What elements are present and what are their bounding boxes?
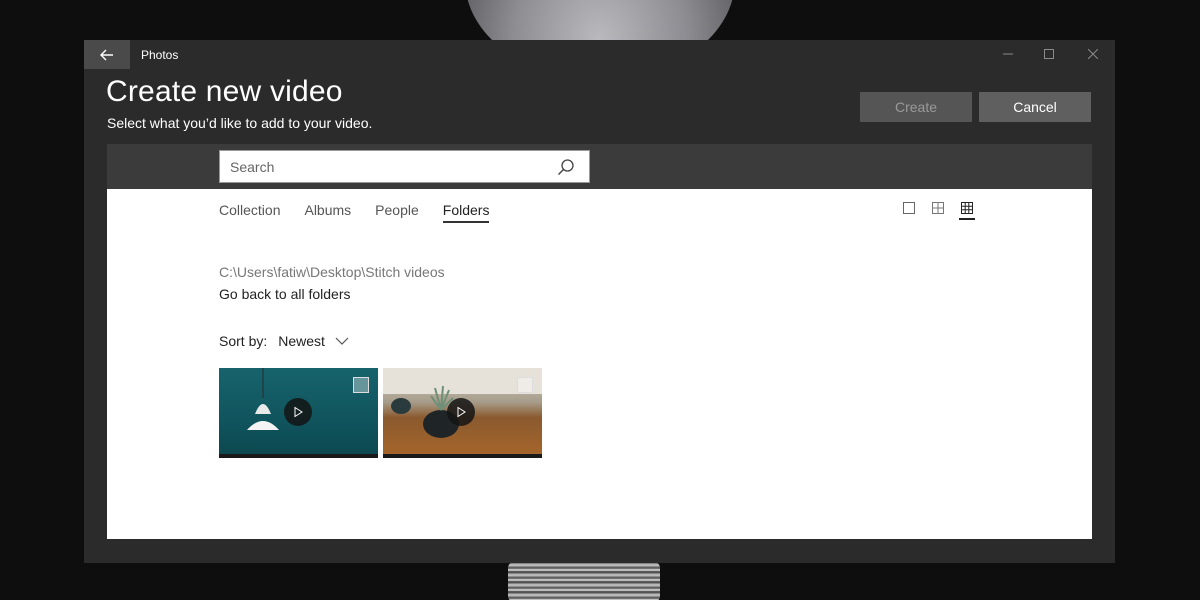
- video-thumbnail[interactable]: [219, 368, 378, 458]
- chevron-down-icon[interactable]: [335, 336, 349, 346]
- small-grid-toggle[interactable]: [959, 202, 975, 220]
- view-toggles: [901, 202, 975, 220]
- photos-window: Photos Create new video Select what you’…: [84, 40, 1115, 563]
- minimize-icon: [1003, 53, 1013, 55]
- maximize-icon: [1044, 49, 1054, 59]
- search-input[interactable]: [230, 151, 550, 182]
- tab-people[interactable]: People: [375, 202, 419, 223]
- single-view-icon: [903, 202, 915, 214]
- medium-grid-icon: [932, 202, 944, 214]
- background-bulb-base: [508, 562, 660, 600]
- search-strip: [107, 144, 1092, 189]
- tab-folders[interactable]: Folders: [442, 202, 490, 223]
- title-bar: Photos: [84, 40, 1115, 69]
- video-grid: [219, 368, 542, 458]
- minimize-button[interactable]: [996, 43, 1020, 65]
- sort-control[interactable]: Sort by: Newest: [219, 333, 349, 349]
- play-button[interactable]: [284, 398, 312, 426]
- close-icon: [1088, 49, 1098, 59]
- arrow-left-icon: [100, 49, 113, 60]
- page-subtitle: Select what you’d like to add to your vi…: [107, 115, 373, 131]
- back-button[interactable]: [84, 40, 130, 69]
- search-icon[interactable]: [557, 158, 575, 176]
- selection-checkbox[interactable]: [517, 377, 533, 393]
- play-button[interactable]: [447, 398, 475, 426]
- sort-label: Sort by:: [219, 333, 268, 349]
- tab-collection[interactable]: Collection: [219, 202, 280, 223]
- app-title: Photos: [141, 48, 179, 62]
- tab-albums[interactable]: Albums: [304, 202, 351, 223]
- play-icon: [294, 406, 303, 418]
- back-to-folders-link[interactable]: Go back to all folders: [219, 286, 351, 302]
- source-tabs: Collection Albums People Folders: [219, 202, 490, 223]
- close-button[interactable]: [1081, 43, 1105, 65]
- single-view-toggle[interactable]: [901, 202, 917, 220]
- page-title: Create new video: [106, 75, 343, 108]
- small-grid-icon: [961, 202, 973, 214]
- selection-checkbox[interactable]: [353, 377, 369, 393]
- create-button[interactable]: Create: [860, 92, 972, 122]
- sort-value[interactable]: Newest: [278, 333, 325, 349]
- search-box[interactable]: [219, 150, 590, 183]
- maximize-button[interactable]: [1037, 43, 1061, 65]
- play-icon: [457, 406, 466, 418]
- cancel-button[interactable]: Cancel: [979, 92, 1091, 122]
- medium-grid-toggle[interactable]: [930, 202, 946, 220]
- folder-path: C:\Users\fatiw\Desktop\Stitch videos: [219, 264, 445, 280]
- video-thumbnail[interactable]: [383, 368, 542, 458]
- content-panel: Collection Albums People Folders C:\User…: [107, 189, 1092, 539]
